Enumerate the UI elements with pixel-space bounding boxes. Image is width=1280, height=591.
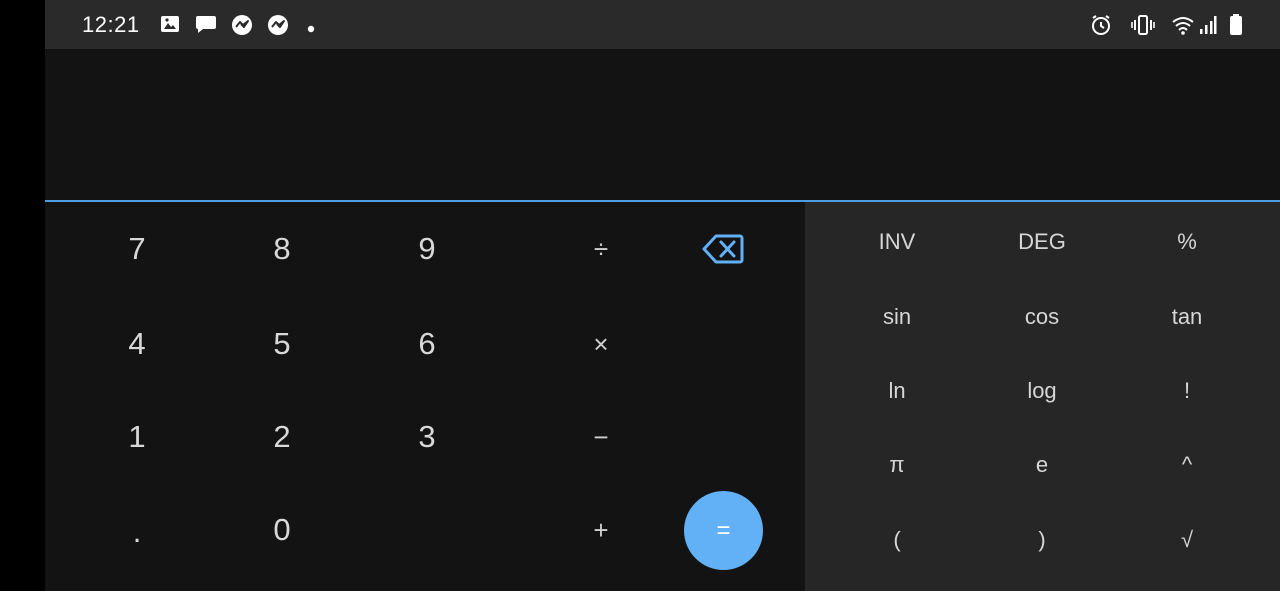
key-percent[interactable]: % xyxy=(1127,212,1247,272)
key-5[interactable]: 5 xyxy=(252,309,312,379)
signal-icon xyxy=(1199,14,1221,36)
key-6[interactable]: 6 xyxy=(397,309,457,379)
key-power[interactable]: ^ xyxy=(1127,435,1247,495)
key-1[interactable]: 1 xyxy=(107,402,167,472)
calculator-screen: 12:21 7 8 9 ÷ 4 5 6 × 1 2 3 − . 0 + = IN… xyxy=(45,0,1280,591)
key-decimal[interactable]: . xyxy=(107,497,167,567)
key-cos[interactable]: cos xyxy=(982,287,1102,347)
messenger-icon xyxy=(231,14,253,36)
key-close-paren[interactable]: ) xyxy=(982,510,1102,570)
key-multiply[interactable]: × xyxy=(571,309,631,379)
key-ln[interactable]: ln xyxy=(837,361,957,421)
key-sin[interactable]: sin xyxy=(837,287,957,347)
key-tan[interactable]: tan xyxy=(1127,287,1247,347)
chat-bubble-icon xyxy=(195,14,217,36)
key-factorial[interactable]: ! xyxy=(1127,361,1247,421)
scientific-panel[interactable]: INV DEG % sin cos tan ln log ! π e ^ ( )… xyxy=(805,202,1280,591)
key-log[interactable]: log xyxy=(982,361,1102,421)
key-pi[interactable]: π xyxy=(837,435,957,495)
backspace-icon xyxy=(702,234,744,264)
image-icon xyxy=(160,14,182,36)
key-deg[interactable]: DEG xyxy=(982,212,1102,272)
status-bar: 12:21 xyxy=(45,0,1280,49)
key-inv[interactable]: INV xyxy=(837,212,957,272)
messenger-icon xyxy=(267,14,289,36)
alarm-icon xyxy=(1090,14,1112,36)
key-0[interactable]: 0 xyxy=(252,495,312,565)
key-3[interactable]: 3 xyxy=(397,402,457,472)
numpad: 7 8 9 ÷ 4 5 6 × 1 2 3 − . 0 + = xyxy=(45,202,805,591)
key-minus[interactable]: − xyxy=(571,402,631,472)
key-divide[interactable]: ÷ xyxy=(571,214,631,284)
equals-button[interactable]: = xyxy=(684,491,763,570)
vibrate-icon xyxy=(1131,14,1155,36)
result-display[interactable] xyxy=(45,49,1280,200)
key-4[interactable]: 4 xyxy=(107,309,167,379)
dot-icon xyxy=(307,20,315,33)
wifi-icon xyxy=(1171,14,1194,36)
backspace-button[interactable] xyxy=(693,214,753,284)
key-sqrt[interactable]: √ xyxy=(1127,510,1247,570)
key-plus[interactable]: + xyxy=(571,495,631,565)
key-8[interactable]: 8 xyxy=(252,214,312,284)
key-2[interactable]: 2 xyxy=(252,402,312,472)
key-open-paren[interactable]: ( xyxy=(837,510,957,570)
battery-icon xyxy=(1229,14,1243,36)
key-9[interactable]: 9 xyxy=(397,214,457,284)
key-e[interactable]: e xyxy=(982,435,1102,495)
key-7[interactable]: 7 xyxy=(107,214,167,284)
status-time: 12:21 xyxy=(82,12,140,37)
